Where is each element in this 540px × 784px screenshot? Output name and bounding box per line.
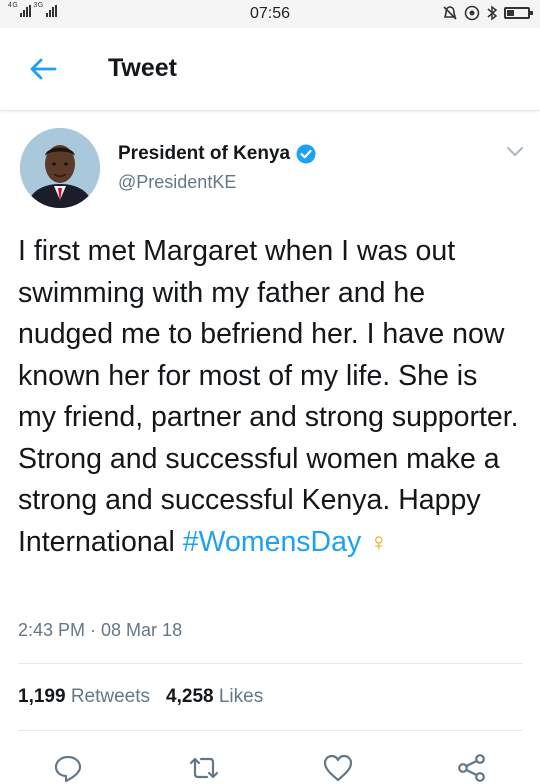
app-header: Tweet <box>0 28 540 111</box>
retweet-icon[interactable] <box>188 752 220 784</box>
tweet-stats: 1,199 Retweets 4,258 Likes <box>18 686 263 708</box>
bluetooth-icon <box>487 5 498 21</box>
retweets-count: 1,199 <box>18 686 66 707</box>
tweet-timestamp: 2:43 PM · 08 Mar 18 <box>18 620 183 640</box>
reply-icon[interactable] <box>52 752 84 784</box>
author-handle[interactable]: @PresidentKE <box>118 172 236 193</box>
divider-2 <box>18 730 522 731</box>
tweet-text: I first met Margaret when I was out swim… <box>18 231 523 563</box>
data-saver-icon <box>464 5 480 21</box>
retweets-stat[interactable]: 1,199 Retweets <box>18 686 150 708</box>
author-name-row[interactable]: President of Kenya <box>118 143 316 165</box>
likes-label: Likes <box>218 686 264 707</box>
likes-count: 4,258 <box>166 686 214 707</box>
verified-badge-icon <box>296 144 316 164</box>
female-sign-emoji: ♀ <box>369 526 389 557</box>
divider <box>18 663 522 664</box>
status-icons <box>442 5 533 21</box>
tweet-actions <box>0 748 540 784</box>
avatar[interactable] <box>20 128 100 208</box>
heart-icon[interactable] <box>322 752 354 784</box>
avatar-image <box>20 128 100 208</box>
author-name: President of Kenya <box>118 143 291 164</box>
alarm-off-icon <box>443 6 457 20</box>
share-icon[interactable] <box>456 752 488 784</box>
status-bar: 4G 3G 07:56 <box>0 0 540 28</box>
tweet-body: I first met Margaret when I was out swim… <box>18 235 519 558</box>
hashtag-link[interactable]: #WomensDay <box>183 526 361 558</box>
page-title: Tweet <box>108 54 177 82</box>
retweets-label: Retweets <box>70 686 151 707</box>
battery-icon <box>504 7 533 19</box>
arrow-left-icon[interactable] <box>28 54 58 84</box>
chevron-down-icon[interactable] <box>504 142 526 160</box>
likes-stat[interactable]: 4,258 Likes <box>166 686 263 708</box>
